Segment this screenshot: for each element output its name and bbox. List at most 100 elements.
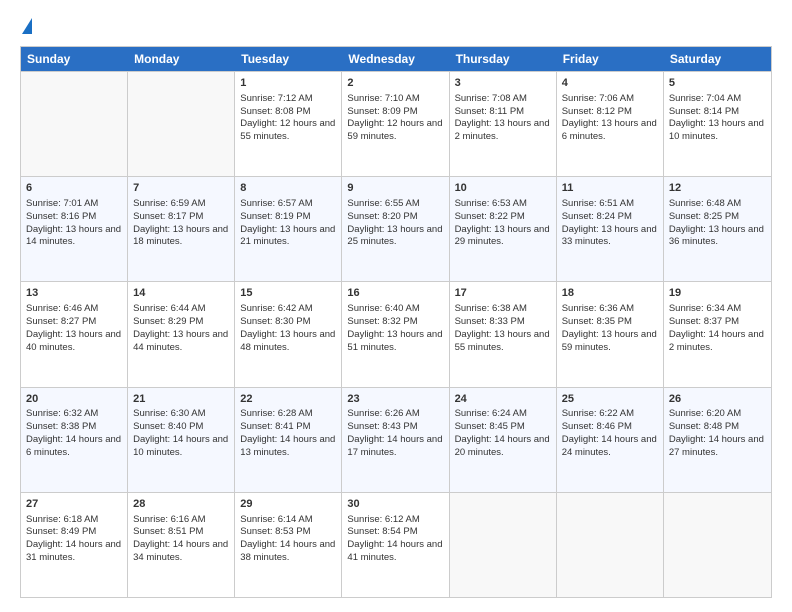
daylight-text: Daylight: 13 hours and 36 minutes. [669, 224, 764, 248]
sunrise-text: Sunrise: 6:36 AM [562, 303, 634, 314]
daylight-text: Daylight: 13 hours and 21 minutes. [240, 224, 335, 248]
calendar-row: 20Sunrise: 6:32 AMSunset: 8:38 PMDayligh… [21, 387, 771, 492]
sunset-text: Sunset: 8:33 PM [455, 316, 525, 327]
sunrise-text: Sunrise: 6:38 AM [455, 303, 527, 314]
sunrise-text: Sunrise: 7:06 AM [562, 93, 634, 104]
sunrise-text: Sunrise: 6:51 AM [562, 198, 634, 209]
calendar-day-cell: 5Sunrise: 7:04 AMSunset: 8:14 PMDaylight… [664, 72, 771, 176]
calendar-day-cell: 10Sunrise: 6:53 AMSunset: 8:22 PMDayligh… [450, 177, 557, 281]
day-number: 25 [562, 392, 658, 407]
calendar-body: 1Sunrise: 7:12 AMSunset: 8:08 PMDaylight… [21, 71, 771, 597]
daylight-text: Daylight: 13 hours and 51 minutes. [347, 329, 442, 353]
empty-cell [128, 72, 235, 176]
empty-cell [557, 493, 664, 597]
sunrise-text: Sunrise: 6:34 AM [669, 303, 741, 314]
calendar-day-cell: 3Sunrise: 7:08 AMSunset: 8:11 PMDaylight… [450, 72, 557, 176]
sunrise-text: Sunrise: 6:46 AM [26, 303, 98, 314]
sunrise-text: Sunrise: 6:16 AM [133, 514, 205, 525]
calendar-day-cell: 25Sunrise: 6:22 AMSunset: 8:46 PMDayligh… [557, 388, 664, 492]
sunrise-text: Sunrise: 6:28 AM [240, 408, 312, 419]
calendar-day-cell: 15Sunrise: 6:42 AMSunset: 8:30 PMDayligh… [235, 282, 342, 386]
empty-cell [21, 72, 128, 176]
sunset-text: Sunset: 8:19 PM [240, 211, 310, 222]
calendar-day-cell: 22Sunrise: 6:28 AM Sunset: 8:41 PM Dayligh… [235, 388, 342, 492]
daylight-text: Daylight: 13 hours and 44 minutes. [133, 329, 228, 353]
daylight-text: Daylight: 14 hours and 6 minutes. [26, 434, 121, 458]
calendar-day-cell: 24Sunrise: 6:24 AMSunset: 8:45 PMDayligh… [450, 388, 557, 492]
day-number: 6 [26, 181, 122, 196]
sunset-text: Sunset: 8:11 PM [455, 106, 525, 117]
day-of-week-header: Tuesday [235, 47, 342, 71]
daylight-text: Daylight: 12 hours and 59 minutes. [347, 118, 442, 142]
sunrise-text: Sunrise: 6:14 AM [240, 514, 312, 525]
calendar-day-cell: 12Sunrise: 6:48 AMSunset: 8:25 PMDayligh… [664, 177, 771, 281]
sunset-text: Sunset: 8:25 PM [669, 211, 739, 222]
calendar-day-cell: 2Sunrise: 7:10 AMSunset: 8:09 PMDaylight… [342, 72, 449, 176]
sunset-text: Sunset: 8:40 PM [133, 421, 203, 432]
sunset-text: Sunset: 8:54 PM [347, 526, 417, 537]
daylight-text: Daylight: 14 hours and 27 minutes. [669, 434, 764, 458]
calendar-day-cell: 18Sunrise: 6:36 AMSunset: 8:35 PMDayligh… [557, 282, 664, 386]
calendar-day-cell: 21Sunrise: 6:30 AMSunset: 8:40 PMDayligh… [128, 388, 235, 492]
daylight-text: Daylight: 13 hours and 59 minutes. [562, 329, 657, 353]
sunrise-text: Sunrise: 6:53 AM [455, 198, 527, 209]
logo [20, 18, 32, 36]
header [20, 18, 772, 36]
sunset-text: Sunset: 8:32 PM [347, 316, 417, 327]
sunrise-text: Sunrise: 6:12 AM [347, 514, 419, 525]
sunset-text: Sunset: 8:12 PM [562, 106, 632, 117]
sunset-text: Sunset: 8:14 PM [669, 106, 739, 117]
day-of-week-header: Sunday [21, 47, 128, 71]
sunset-text: Sunset: 8:51 PM [133, 526, 203, 537]
day-of-week-header: Wednesday [342, 47, 449, 71]
day-number: 12 [669, 181, 766, 196]
sunrise-text: Sunrise: 7:12 AM [240, 93, 312, 104]
sunset-text: Sunset: 8:29 PM [133, 316, 203, 327]
day-of-week-header: Friday [557, 47, 664, 71]
day-number: 4 [562, 76, 658, 91]
sunset-text: Sunset: 8:16 PM [26, 211, 96, 222]
page: SundayMondayTuesdayWednesdayThursdayFrid… [0, 0, 792, 612]
calendar-row: 1Sunrise: 7:12 AMSunset: 8:08 PMDaylight… [21, 71, 771, 176]
calendar-day-cell: 23Sunrise: 6:26 AMSunset: 8:43 PMDayligh… [342, 388, 449, 492]
sunset-text: Sunset: 8:48 PM [669, 421, 739, 432]
daylight-text: Daylight: 13 hours and 33 minutes. [562, 224, 657, 248]
sunset-text: Sunset: 8:37 PM [669, 316, 739, 327]
daylight-text: Daylight: 13 hours and 18 minutes. [133, 224, 228, 248]
daylight-text: Daylight: 13 hours and 2 minutes. [455, 118, 550, 142]
sunrise-text: Sunrise: 7:04 AM [669, 93, 741, 104]
daylight-text: Daylight: 13 hours and 48 minutes. [240, 329, 335, 353]
calendar-row: 27Sunrise: 6:18 AMSunset: 8:49 PMDayligh… [21, 492, 771, 597]
sunrise-text: Sunrise: 6:55 AM [347, 198, 419, 209]
sunrise-text: Sunrise: 6:20 AM [669, 408, 741, 419]
calendar-day-cell: 9Sunrise: 6:55 AMSunset: 8:20 PMDaylight… [342, 177, 449, 281]
sunrise-text: Sunrise: 6:42 AM [240, 303, 312, 314]
calendar-day-cell: 30Sunrise: 6:12 AMSunset: 8:54 PMDayligh… [342, 493, 449, 597]
sunrise-text: Sunrise: 6:26 AM [347, 408, 419, 419]
day-number: 29 [240, 497, 336, 512]
sunset-text: Sunset: 8:08 PM [240, 106, 310, 117]
calendar-day-cell: 7Sunrise: 6:59 AMSunset: 8:17 PMDaylight… [128, 177, 235, 281]
calendar-day-cell: 1Sunrise: 7:12 AMSunset: 8:08 PMDaylight… [235, 72, 342, 176]
daylight-text: Daylight: 13 hours and 10 minutes. [669, 118, 764, 142]
day-number: 7 [133, 181, 229, 196]
calendar-day-cell: 26Sunrise: 6:20 AMSunset: 8:48 PMDayligh… [664, 388, 771, 492]
calendar-header: SundayMondayTuesdayWednesdayThursdayFrid… [21, 47, 771, 71]
sunrise-text: Sunrise: 7:10 AM [347, 93, 419, 104]
calendar-day-cell: 29Sunrise: 6:14 AMSunset: 8:53 PMDayligh… [235, 493, 342, 597]
sunset-text: Sunset: 8:53 PM [240, 526, 310, 537]
day-number: 18 [562, 286, 658, 301]
calendar-day-cell: 8Sunrise: 6:57 AMSunset: 8:19 PMDaylight… [235, 177, 342, 281]
daylight-text: Daylight: 14 hours and 13 minutes. [240, 434, 335, 458]
sunrise-text: Sunrise: 6:22 AM [562, 408, 634, 419]
day-number: 16 [347, 286, 443, 301]
calendar-day-cell: 11Sunrise: 6:51 AMSunset: 8:24 PMDayligh… [557, 177, 664, 281]
sunset-text: Sunset: 8:41 PM [240, 421, 310, 432]
day-number: 24 [455, 392, 551, 407]
daylight-text: Daylight: 13 hours and 29 minutes. [455, 224, 550, 248]
calendar-day-cell: 28Sunrise: 6:16 AMSunset: 8:51 PMDayligh… [128, 493, 235, 597]
sunrise-text: Sunrise: 6:44 AM [133, 303, 205, 314]
day-number: 10 [455, 181, 551, 196]
day-number: 22 [240, 392, 336, 407]
sunset-text: Sunset: 8:27 PM [26, 316, 96, 327]
